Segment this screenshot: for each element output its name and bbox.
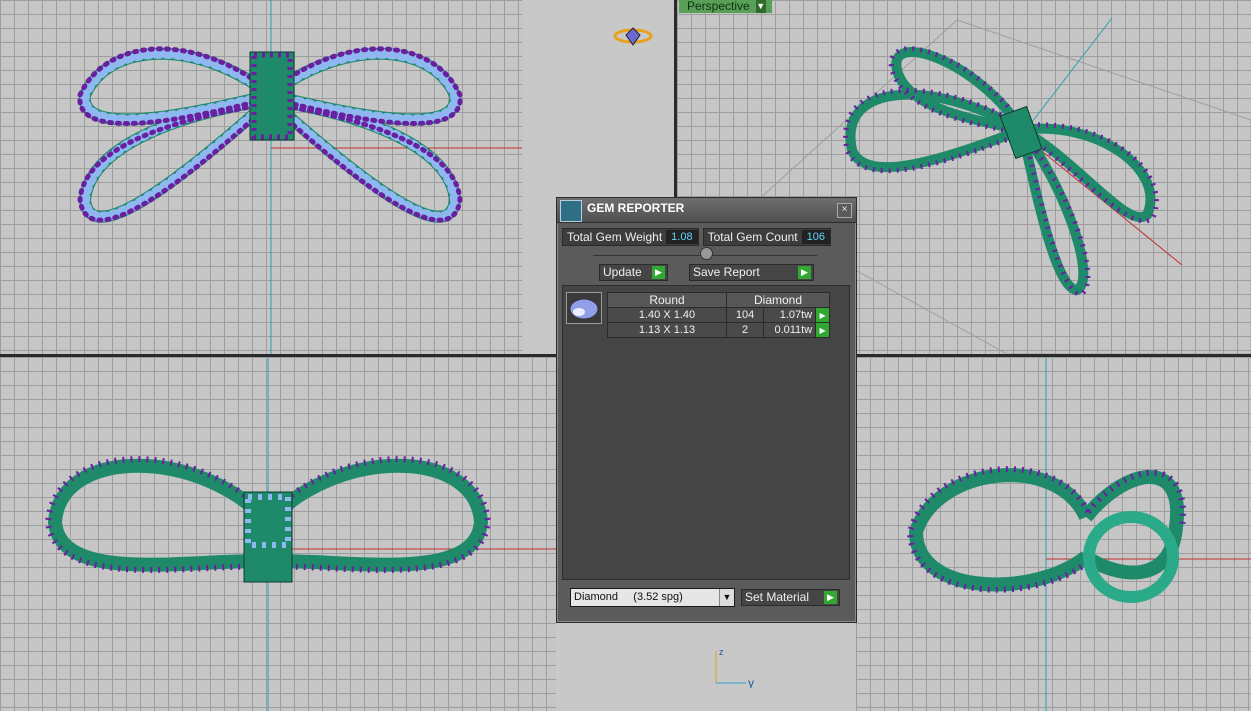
material-select-value: Diamond (3.52 spg) (574, 591, 683, 603)
viewport-bottom-right[interactable] (856, 357, 1251, 711)
chevron-down-icon[interactable]: ▼ (719, 589, 734, 606)
set-material-play-icon[interactable]: ▶ (824, 591, 837, 604)
total-gem-weight-field: Total Gem Weight 1.08 (562, 228, 699, 246)
table-row[interactable]: 1.40 X 1.40 104 1.07tw ▶ (607, 307, 830, 323)
set-material-button[interactable]: Set Material ▶ (741, 589, 840, 606)
gem-count: 104 (725, 307, 765, 323)
gem-weight: 1.07tw (763, 307, 817, 323)
save-report-button-label: Save Report (693, 265, 760, 279)
round-gem-icon[interactable] (566, 292, 602, 324)
viewport-bottom-left[interactable] (0, 357, 556, 711)
gem-size: 1.40 X 1.40 (607, 307, 727, 323)
viewport-top-left[interactable] (0, 0, 522, 354)
total-gem-weight-value: 1.08 (666, 230, 698, 244)
dialog-title: GEM REPORTER (587, 201, 685, 215)
row-select-play-icon[interactable]: ▶ (815, 307, 830, 323)
bow-model-side (906, 357, 1251, 711)
table-header-material: Diamond (726, 292, 830, 308)
update-play-icon[interactable]: ▶ (652, 266, 665, 279)
total-gem-count-label: Total Gem Count (707, 230, 798, 244)
diamond-compass-icon[interactable] (612, 25, 654, 54)
dialog-title-bar[interactable]: GEM REPORTER × (557, 198, 856, 223)
report-slider-handle[interactable] (700, 247, 713, 260)
total-gem-count-field: Total Gem Count 106 (702, 228, 831, 246)
close-button[interactable]: × (837, 203, 852, 218)
save-report-play-icon[interactable]: ▶ (798, 266, 811, 279)
perspective-label-text: Perspective (687, 0, 750, 13)
perspective-dropdown-icon[interactable]: ▼ (755, 0, 766, 13)
bow-model-front (77, 0, 522, 354)
row-select-play-icon[interactable]: ▶ (815, 322, 830, 338)
gem-reporter-dialog: GEM REPORTER × Total Gem Weight 1.08 Tot… (556, 197, 857, 623)
gem-weight: 0.011tw (763, 322, 817, 338)
total-gem-count-value: 106 (801, 230, 830, 244)
total-gem-weight-label: Total Gem Weight (567, 230, 663, 244)
gem-table: Round Diamond 1.40 X 1.40 104 1.07tw ▶ 1… (607, 292, 830, 338)
material-select[interactable]: Diamond (3.52 spg) ▼ (570, 588, 735, 607)
table-row[interactable]: 1.13 X 1.13 2 0.011tw ▶ (607, 322, 830, 338)
update-button-label: Update (603, 265, 642, 279)
save-report-button[interactable]: Save Report ▶ (689, 264, 814, 281)
bow-model-top (44, 357, 556, 711)
gem-list-panel: Round Diamond 1.40 X 1.40 104 1.07tw ▶ 1… (562, 285, 850, 580)
axis-y-label: y (748, 676, 754, 688)
axis-indicator: y z (708, 643, 758, 693)
axis-z-label: z (719, 647, 724, 657)
gem-size: 1.13 X 1.13 (607, 322, 727, 338)
gem-count: 2 (725, 322, 765, 338)
viewport-perspective-label[interactable]: Perspective ▼ (679, 0, 772, 13)
set-material-button-label: Set Material (745, 590, 810, 604)
gem-reporter-icon (560, 200, 582, 222)
table-header-shape: Round (607, 292, 727, 308)
update-button[interactable]: Update ▶ (599, 264, 668, 281)
